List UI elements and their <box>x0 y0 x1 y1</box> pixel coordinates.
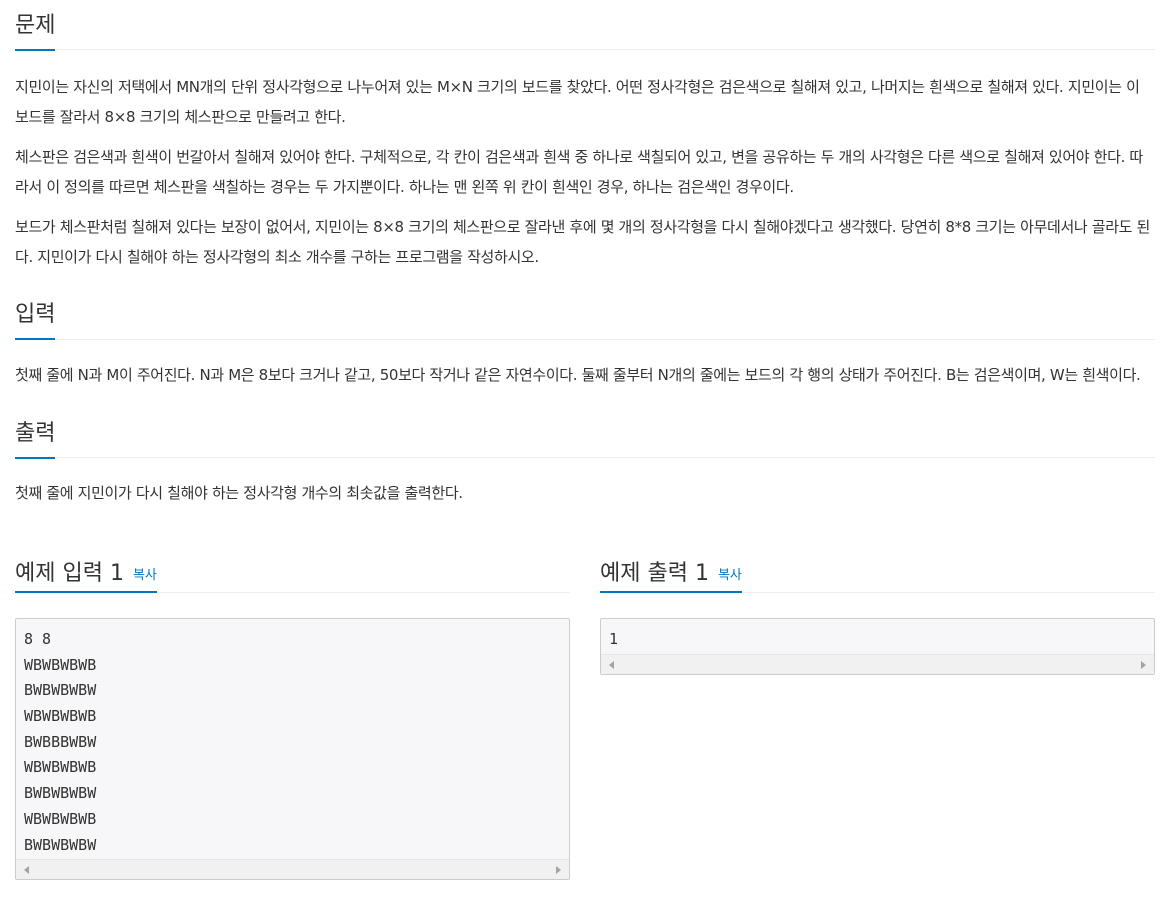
sample-input-copy-button[interactable]: 복사 <box>133 560 157 583</box>
input-section: 입력 첫째 줄에 N과 M이 주어진다. N과 M은 8보다 크거나 같고, 5… <box>15 289 1155 390</box>
scroll-right-arrow-icon[interactable] <box>556 866 561 875</box>
scrollbar-thumb[interactable] <box>36 862 549 878</box>
code-line: 1 <box>609 630 619 648</box>
code-line: WBWBWBWB <box>24 707 97 726</box>
scroll-left-arrow-icon[interactable] <box>24 866 29 875</box>
sample-output-panel: 예제 출력 1 복사 1 <box>600 545 1155 675</box>
output-description: 첫째 줄에 지민이가 다시 칠해야 하는 정사각형 개수의 최솟값을 출력한다. <box>15 484 463 502</box>
code-line: WBWBWBWB <box>24 655 97 674</box>
problem-paragraph: 지민이는 자신의 저택에서 MN개의 단위 정사각형으로 나누어져 있는 M×N… <box>15 78 1140 126</box>
sample-output-lines: 1 <box>601 619 1154 653</box>
scrollbar-thumb[interactable] <box>621 656 1134 672</box>
code-line: WBWBWBWB <box>24 809 97 828</box>
input-description: 첫째 줄에 N과 M이 주어진다. N과 M은 8보다 크거나 같고, 50보다… <box>15 366 1141 384</box>
sample-output-heading-bar: 예제 출력 1 복사 <box>600 545 1155 593</box>
output-heading-bar: 출력 <box>15 408 1155 459</box>
sample-output-code-block[interactable]: 1 <box>600 618 1155 675</box>
problem-page: 문제 지민이는 자신의 저택에서 MN개의 단위 정사각형으로 나누어져 있는 … <box>15 0 1155 508</box>
sample-input-heading-bar: 예제 입력 1 복사 <box>15 545 570 593</box>
sample-input-lines: 8 8 WBWBWBWB BWBWBWBW WBWBWBWB BWBBBWBW WBWBW… <box>16 619 569 858</box>
problem-paragraph: 보드가 체스판처럼 칠해져 있다는 보장이 없어서, 지민이는 8×8 크기의 … <box>15 218 1151 266</box>
sample-input-horizontal-scrollbar[interactable] <box>16 859 569 880</box>
scroll-right-arrow-icon[interactable] <box>1141 660 1146 669</box>
samples-row: 예제 입력 1 복사 8 8 WBWBWBWB BWBWBWBW WBWBWBWB BW… <box>15 545 1155 895</box>
sample-input-code-block[interactable]: 8 8 WBWBWBWB BWBWBWBW WBWBWBWB BWBBBWBW WBWBW… <box>15 618 570 881</box>
output-section: 출력 첫째 줄에 지민이가 다시 칠해야 하는 정사각형 개수의 최솟값을 출력… <box>15 408 1155 508</box>
sample-output-heading: 예제 출력 1 복사 <box>600 545 742 593</box>
problem-heading-bar: 문제 <box>15 0 1155 51</box>
code-line: WBWBWBWB <box>24 758 97 777</box>
code-line: BWBWBWBW <box>24 681 97 700</box>
code-line: 8 8 <box>24 630 52 648</box>
sample-output-horizontal-scrollbar[interactable] <box>601 653 1154 674</box>
code-line: BWBBBWBW <box>24 732 97 751</box>
sample-output-title: 예제 출력 1 <box>600 561 709 586</box>
code-line: BWBWBWBW <box>24 835 97 854</box>
sample-input-title: 예제 입력 1 <box>15 561 124 586</box>
scroll-left-arrow-icon[interactable] <box>609 660 614 669</box>
problem-section: 문제 지민이는 자신의 저택에서 MN개의 단위 정사각형으로 나누어져 있는 … <box>15 0 1155 272</box>
sample-input-panel: 예제 입력 1 복사 8 8 WBWBWBWB BWBWBWBW WBWBWBWB BW… <box>15 545 570 881</box>
output-title: 출력 <box>15 408 56 459</box>
code-line: BWBWBWBW <box>24 784 97 803</box>
input-heading-bar: 입력 <box>15 289 1155 340</box>
problem-title: 문제 <box>15 0 56 51</box>
sample-input-heading: 예제 입력 1 복사 <box>15 545 157 593</box>
input-title: 입력 <box>15 289 56 340</box>
sample-output-copy-button[interactable]: 복사 <box>718 560 742 583</box>
problem-paragraph: 체스판은 검은색과 흰색이 번갈아서 칠해져 있어야 한다. 구체적으로, 각 … <box>15 148 1143 196</box>
